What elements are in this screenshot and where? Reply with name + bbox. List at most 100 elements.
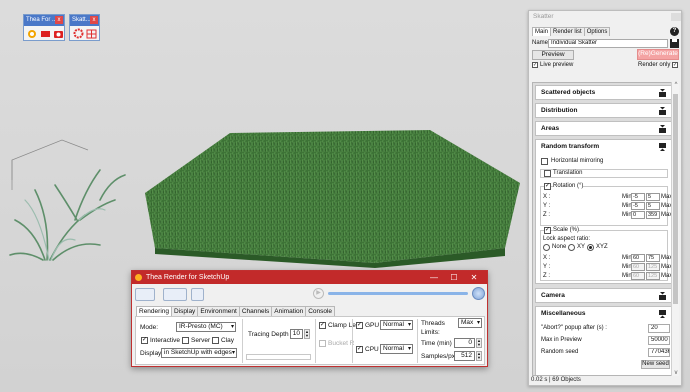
time-input[interactable]: 0 (454, 338, 475, 348)
save-icon[interactable] (670, 39, 679, 48)
expand-icon[interactable] (659, 125, 666, 133)
tracing-depth-spinner[interactable]: ▲ ▼ (304, 329, 310, 339)
interactive-label: Interactive (150, 337, 180, 344)
scale-checkbox[interactable]: ✓ (544, 227, 551, 234)
rotation-max-input[interactable]: 5 (646, 193, 660, 201)
interactive-checkbox[interactable]: ✓ (141, 337, 148, 344)
clay-checkbox[interactable] (212, 337, 219, 344)
expand-icon[interactable] (659, 107, 666, 115)
tab-display[interactable]: Display (171, 306, 199, 316)
scroll-down-icon[interactable]: v (672, 370, 680, 376)
collapse-icon[interactable] (659, 143, 666, 151)
scale-max-input[interactable]: 125 (646, 272, 660, 280)
scale-max-input[interactable]: 75 (646, 254, 660, 262)
regenerate-button[interactable]: (Re)Generate (637, 49, 679, 60)
expand-icon[interactable] (659, 292, 666, 300)
max-preview-input[interactable]: 50000 (648, 336, 670, 345)
expand-icon[interactable] (659, 89, 666, 97)
time-spinner[interactable]: ▲ ▼ (476, 338, 482, 348)
thea-window-titlebar[interactable]: Thea Render for SketchUp — ☐ ✕ (132, 271, 487, 284)
samples-spinner[interactable]: ▲ ▼ (476, 351, 482, 361)
rotation-min-input[interactable]: 0 (631, 211, 645, 219)
skatter-toolbar-close-button[interactable]: x (90, 16, 98, 24)
gpu-checkbox[interactable]: ✓ (356, 322, 363, 329)
bucket-checkbox (319, 340, 326, 347)
scale-min-input[interactable]: 60 (631, 263, 645, 271)
rotation-min-input[interactable]: -5 (631, 193, 645, 201)
thea-folder-icon[interactable] (40, 28, 51, 39)
tab-console[interactable]: Console (305, 306, 336, 316)
minimize-button[interactable]: — (425, 271, 443, 284)
export-icon[interactable] (191, 288, 204, 301)
tab-render-list[interactable]: Render list (550, 27, 585, 36)
skatter-settings-scroll-area[interactable]: Scattered objects Distribution Areas Ran… (532, 82, 673, 376)
rotation-checkbox[interactable]: ✓ (544, 183, 551, 190)
horizontal-mirroring-checkbox[interactable] (541, 158, 548, 165)
tab-animation[interactable]: Animation (271, 306, 307, 316)
scroll-up-icon[interactable]: ^ (672, 82, 680, 88)
random-transform-header[interactable]: Random transform (536, 140, 671, 154)
camera-section[interactable]: Camera (535, 288, 672, 303)
close-button[interactable]: ✕ (465, 271, 483, 284)
scale-min-input[interactable]: 60 (631, 254, 645, 262)
skatter-gear-icon[interactable] (73, 28, 84, 39)
lock-aspect-label: Lock aspect ratio: (543, 236, 591, 242)
collapse-icon[interactable] (659, 310, 666, 318)
new-seed-button[interactable]: New seed (641, 360, 670, 369)
mode-select[interactable]: IR-Presto (MC) (176, 322, 236, 332)
skatter-grid-icon[interactable] (86, 28, 97, 39)
maximize-button[interactable]: ☐ (445, 271, 463, 284)
rotation-max-input[interactable]: 359 (646, 211, 660, 219)
abort-popup-input[interactable]: 20 (648, 324, 670, 333)
cpu-checkbox[interactable]: ✓ (356, 346, 363, 353)
miscellaneous-header[interactable]: Miscellaneous (536, 307, 671, 321)
distribution-section[interactable]: Distribution (535, 103, 672, 118)
gpu-priority-select[interactable]: Normal (380, 320, 413, 330)
tab-main[interactable]: Main (532, 27, 552, 36)
clamp-checkbox[interactable]: ✓ (319, 322, 326, 329)
tab-options[interactable]: Options (583, 27, 611, 36)
name-input[interactable]: Individual Skatter (548, 39, 668, 48)
mode-label: Mode: (140, 324, 159, 331)
threads-select[interactable]: Max (458, 318, 482, 328)
translation-checkbox[interactable] (544, 170, 551, 177)
skatter-scrollbar[interactable]: ^ v (671, 82, 679, 376)
tracing-depth-label: Tracing Depth (248, 331, 289, 338)
lock-none-radio[interactable] (543, 244, 550, 251)
section-title: Areas (541, 125, 560, 132)
slider-track[interactable] (246, 354, 311, 360)
help-icon[interactable]: ? (670, 27, 679, 36)
camera-view-icon[interactable] (163, 288, 187, 301)
tab-environment[interactable]: Environment (197, 306, 240, 316)
thea-render-icon[interactable] (27, 28, 38, 39)
skatter-panel-close-button[interactable] (671, 13, 681, 21)
scale-min-input[interactable]: 60 (631, 272, 645, 280)
random-seed-input[interactable]: 770436 (648, 348, 670, 357)
refresh-icon[interactable] (472, 287, 485, 300)
thea-camera-icon[interactable] (53, 28, 64, 39)
scattered-objects-section[interactable]: Scattered objects (535, 85, 672, 100)
cpu-priority-select[interactable]: Normal (380, 344, 413, 354)
tracing-depth-input[interactable]: 10 (290, 329, 303, 339)
save-render-icon[interactable] (135, 288, 155, 301)
samples-input[interactable]: 512 (454, 351, 475, 361)
areas-section[interactable]: Areas (535, 121, 672, 136)
display-select[interactable]: in SketchUp with edges (161, 348, 237, 358)
thea-toolbar-close-button[interactable]: x (55, 16, 63, 24)
render-only-checkbox[interactable]: ✓ (672, 62, 678, 68)
server-checkbox[interactable] (182, 337, 189, 344)
live-preview-checkbox[interactable]: ✓ (532, 62, 538, 68)
lock-xy-label: XY (577, 244, 586, 250)
preview-button[interactable]: Preview (532, 50, 574, 60)
skatter-panel-title: Skatter (529, 11, 683, 23)
rotation-min-input[interactable]: -5 (631, 202, 645, 210)
play-icon[interactable]: ▶ (313, 288, 324, 299)
scrollbar-thumb[interactable] (673, 94, 678, 304)
lock-xy-radio[interactable] (568, 244, 575, 251)
tab-channels[interactable]: Channels (238, 306, 273, 316)
rotation-label: Rotation (°) (553, 183, 584, 189)
skatter-panel: Skatter Main Render list Options ? Name … (528, 10, 682, 386)
scale-max-input[interactable]: 125 (646, 263, 660, 271)
lock-xyz-radio[interactable] (587, 244, 594, 251)
rotation-max-input[interactable]: 5 (646, 202, 660, 210)
